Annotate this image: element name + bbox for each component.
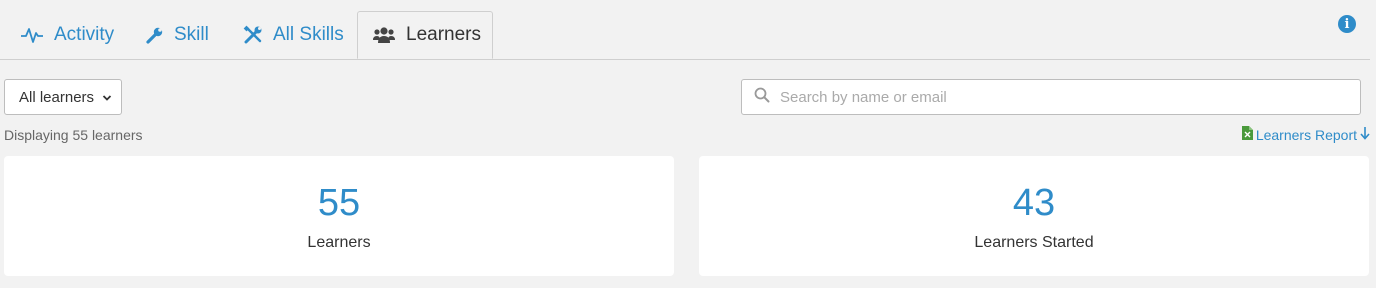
stat-label: Learners Started bbox=[974, 234, 1094, 251]
tab-all-skills[interactable]: All Skills bbox=[229, 12, 358, 58]
tab-skill-label: Skill bbox=[174, 24, 209, 45]
tab-activity[interactable]: Activity bbox=[6, 12, 128, 58]
stat-value: 43 bbox=[1012, 182, 1056, 224]
filter-selected-label: All learners bbox=[19, 88, 95, 106]
tab-all-skills-label: All Skills bbox=[273, 24, 344, 45]
stat-card-learners-started: 43 Learners Started bbox=[699, 156, 1369, 276]
tab-learners-label: Learners bbox=[406, 24, 481, 45]
tab-bar: Activity Skill All Skills Learners bbox=[0, 0, 1370, 60]
pulse-icon bbox=[20, 26, 44, 44]
users-icon bbox=[372, 26, 396, 44]
arrow-down-icon bbox=[1360, 126, 1370, 143]
wrench-icon bbox=[146, 26, 164, 44]
stat-card-learners: 55 Learners bbox=[4, 156, 674, 276]
tab-learners[interactable]: Learners bbox=[357, 11, 493, 59]
learner-filter-dropdown[interactable]: All learners bbox=[4, 79, 122, 115]
stat-label: Learners bbox=[307, 234, 371, 251]
stat-value: 55 bbox=[317, 182, 361, 224]
tools-icon bbox=[243, 25, 263, 45]
tab-skill[interactable]: Skill bbox=[132, 12, 223, 58]
search-input[interactable] bbox=[780, 82, 1340, 112]
learner-count-text: Displaying 55 learners bbox=[4, 127, 143, 143]
learners-report-link[interactable]: Learners Report bbox=[1241, 126, 1370, 143]
learners-report-label: Learners Report bbox=[1255, 126, 1357, 143]
search-box bbox=[741, 79, 1361, 115]
search-icon bbox=[754, 87, 770, 108]
excel-file-icon bbox=[1241, 126, 1253, 143]
info-icon[interactable]: i bbox=[1338, 15, 1356, 33]
tab-activity-label: Activity bbox=[54, 24, 115, 45]
chevron-down-icon bbox=[102, 89, 112, 106]
